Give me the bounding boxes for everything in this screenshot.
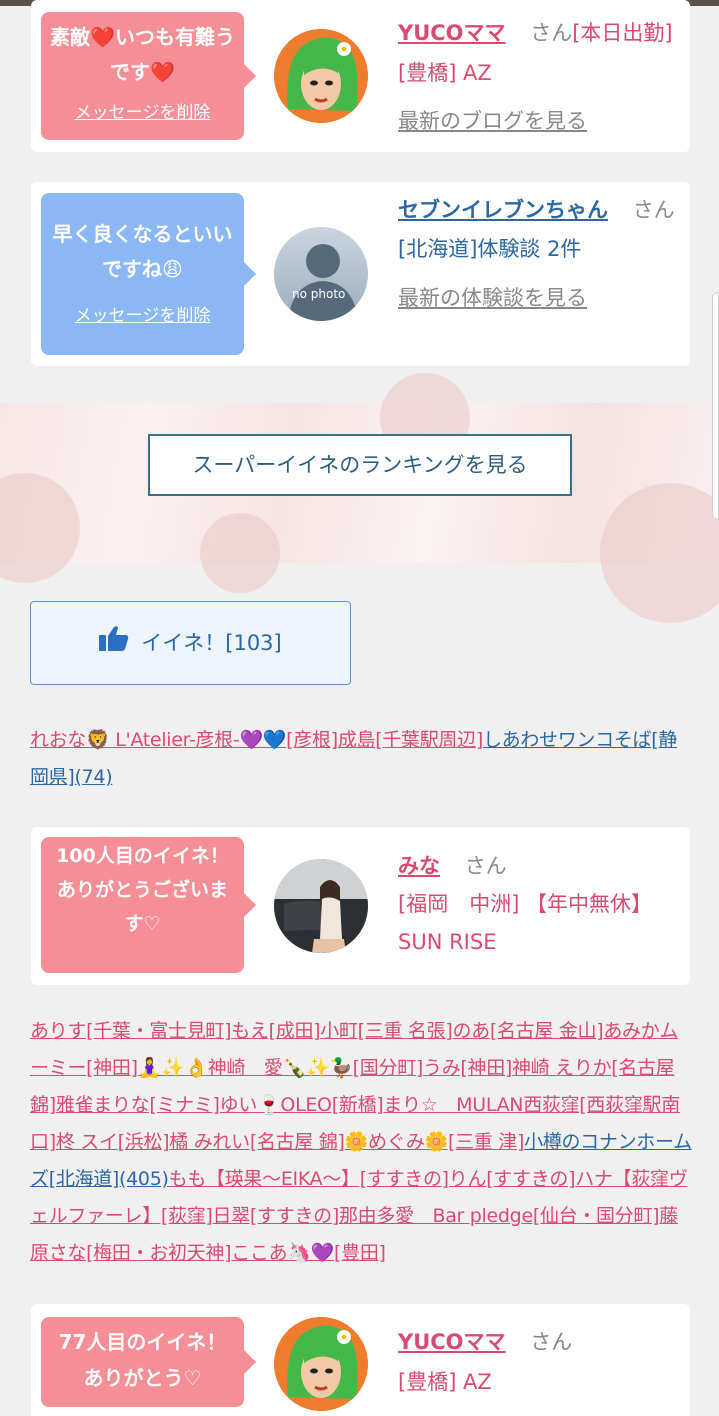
iine-button[interactable]: イイネ！[103]: [30, 601, 351, 685]
liker-link[interactable]: 橘 みれい[名古屋 錦]: [169, 1131, 345, 1153]
liker-link[interactable]: のあ[名古屋 金山]: [452, 1020, 603, 1042]
area-report-count: [北海道]体験談 2件: [398, 237, 582, 261]
area-shop: [豊橋] AZ: [398, 1370, 492, 1394]
cast-name-link[interactable]: YUCOママ: [398, 21, 506, 45]
status-text: [本日出勤]: [572, 21, 673, 45]
message-card: 100人目のイイネ！ありがとうございます♡ みな さん [福岡 中洲] 【年中無…: [31, 827, 690, 985]
cast-name-link[interactable]: セブンイレブンちゃん: [398, 198, 608, 222]
message-bubble: 素敵❤️いつも有難うです❤️ メッセージを削除: [41, 12, 256, 140]
honorific: さん: [632, 198, 675, 222]
liker-link[interactable]: 雅雀まりな[ミナミ]: [56, 1094, 220, 1116]
message-text: 77人目のイイネ！ありがとう♡: [58, 1330, 227, 1390]
card-info: みな さん [福岡 中洲] 【年中無休】SUN RISE: [398, 847, 678, 961]
liker-link[interactable]: もえ[成田]: [231, 1020, 320, 1042]
message-text: 早く良くなるといいですね😩: [52, 222, 233, 281]
avatar-photo: [274, 859, 368, 953]
liker-link[interactable]: りん[すすきの]: [449, 1168, 576, 1190]
liker-link[interactable]: もも【瑛果〜EIKA〜】[すすきの]: [169, 1168, 449, 1190]
liker-link[interactable]: 小町[三重 名張]: [320, 1020, 452, 1042]
flower-decoration: [200, 513, 280, 593]
liker-link[interactable]: 柊 スイ[浜松]: [56, 1131, 170, 1153]
liker-link[interactable]: れおな🦁 L'Atelier-彦根-💜💙[彦根]: [30, 729, 338, 751]
cast-name-link[interactable]: YUCOママ: [398, 1330, 506, 1354]
avatar[interactable]: no photo: [274, 227, 368, 321]
message-text: 100人目のイイネ！ありがとうございます♡: [56, 845, 229, 935]
message-card: 早く良くなるといいですね😩 メッセージを削除 no photo セブンイレブンち…: [31, 182, 690, 366]
liker-list: れおな🦁 L'Atelier-彦根-💜💙[彦根]成島[千葉駅周辺]しあわせワンコ…: [30, 722, 692, 796]
thumbs-up-icon: [99, 603, 129, 685]
avatar[interactable]: [274, 29, 368, 123]
message-bubble: 77人目のイイネ！ありがとう♡: [41, 1317, 256, 1407]
liker-link[interactable]: 日翠[すすきの]: [213, 1205, 340, 1227]
card-info: YUCOママ さん [豊橋] AZ: [398, 1322, 683, 1402]
liker-link[interactable]: 🧘‍♀️✨👌神崎 愛🍾✨🦆[国分町]: [138, 1057, 424, 1079]
area-shop: [福岡 中洲] 【年中無休】SUN RISE: [398, 892, 653, 954]
scrollbar-thumb[interactable]: [712, 292, 719, 520]
message-bubble: 100人目のイイネ！ありがとうございます♡: [41, 837, 256, 973]
delete-message-link[interactable]: メッセージを削除: [49, 299, 236, 334]
message-card: 素敵❤️いつも有難うです❤️ メッセージを削除 YUCOママ さん[本日出勤] …: [31, 0, 690, 152]
liker-link[interactable]: ありす[千葉・富士見町]: [30, 1020, 232, 1042]
no-photo-silhouette-icon: [274, 227, 368, 321]
cast-name-link[interactable]: みな: [398, 854, 440, 878]
liker-link[interactable]: ここあ🦄💜[豊田]: [231, 1242, 386, 1264]
message-text: 素敵❤️いつも有難うです❤️: [50, 25, 235, 84]
liker-link[interactable]: 🌼めぐみ🌼[三重 津]: [345, 1131, 525, 1153]
liker-link[interactable]: 那由多愛 Bar pledge[仙台・国分町]: [339, 1205, 660, 1227]
message-card: 77人目のイイネ！ありがとう♡ YUCOママ さん [豊橋] AZ: [31, 1304, 690, 1416]
avatar[interactable]: [274, 859, 368, 953]
card-info: YUCOママ さん[本日出勤] [豊橋] AZ 最新のブログを見る: [398, 13, 683, 141]
honorific: さん: [530, 1330, 573, 1354]
liker-link[interactable]: ゆい🍷OLEO[新橋]: [220, 1094, 384, 1116]
message-bubble: 早く良くなるといいですね😩 メッセージを削除: [41, 193, 256, 355]
super-iine-ranking-button[interactable]: スーパーイイネのランキングを見る: [148, 434, 572, 496]
ranking-banner: スーパーイイネのランキングを見る: [0, 373, 719, 623]
latest-report-link[interactable]: 最新の体験談を見る: [398, 286, 587, 310]
card-info: セブンイレブンちゃん さん [北海道]体験談 2件 最新の体験談を見る: [398, 192, 688, 317]
liker-link[interactable]: うみ[神田]: [423, 1057, 512, 1079]
honorific: さん: [464, 854, 507, 878]
flower-decoration: [600, 483, 719, 623]
latest-blog-link[interactable]: 最新のブログを見る: [398, 109, 587, 133]
iine-count-label: イイネ！[103]: [141, 631, 282, 655]
flower-decoration: [0, 473, 80, 583]
avatar-illustration: [274, 29, 368, 123]
honorific: さん: [530, 21, 573, 45]
liker-link[interactable]: 成島[千葉駅周辺]: [338, 729, 483, 751]
delete-message-link[interactable]: メッセージを削除: [49, 96, 236, 131]
avatar-illustration: [274, 1317, 368, 1411]
liker-list: ありす[千葉・富士見町]もえ[成田]小町[三重 名張]のあ[名古屋 金山]あみか…: [30, 1013, 692, 1272]
avatar[interactable]: [274, 1317, 368, 1411]
area-shop: [豊橋] AZ: [398, 61, 492, 85]
no-photo-label: no photo: [292, 287, 346, 301]
